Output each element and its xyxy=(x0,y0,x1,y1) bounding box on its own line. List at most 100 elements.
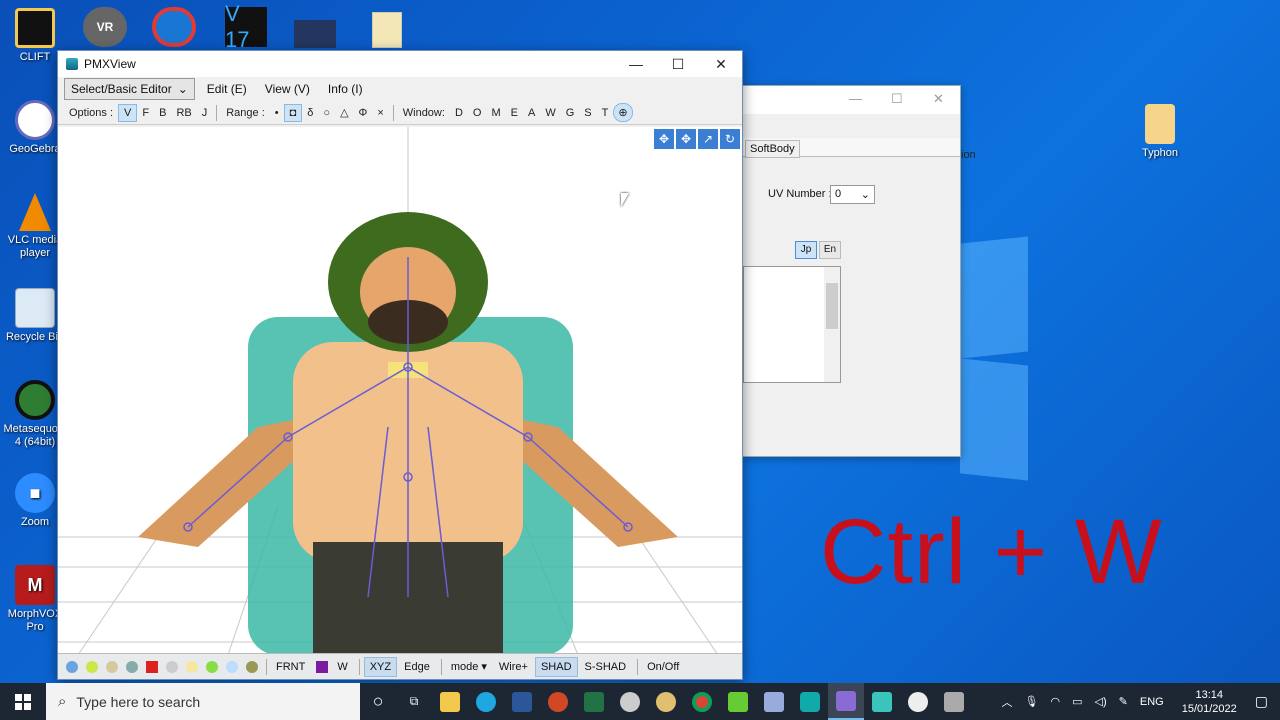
app-tools-icon[interactable] xyxy=(936,683,972,720)
range-box[interactable]: ◘ xyxy=(283,103,303,122)
range-circle[interactable]: ○ xyxy=(318,105,335,121)
background-window[interactable]: — ☐ ✕ SoftBody ion UV Number : 0 ⌄ Jp En xyxy=(742,85,976,457)
wire-button[interactable]: Wire+ xyxy=(494,658,533,676)
window-o[interactable]: O xyxy=(468,105,487,121)
taskbar-search[interactable]: ⌕ Type here to search xyxy=(46,683,360,720)
material-icon[interactable] xyxy=(106,660,118,673)
task-view-icon[interactable]: ⧉ xyxy=(396,683,432,720)
range-x[interactable]: × xyxy=(372,105,388,121)
physics-icon[interactable] xyxy=(206,660,218,673)
color-swatch-icon[interactable] xyxy=(316,660,329,673)
vegas-icon[interactable]: V 17 xyxy=(225,1,267,52)
option-b[interactable]: B xyxy=(154,105,171,121)
xyz-button[interactable]: XYZ xyxy=(363,656,398,677)
range-phi[interactable]: Φ xyxy=(354,105,373,121)
option-v[interactable]: V xyxy=(118,103,138,122)
tab-softbody[interactable]: SoftBody xyxy=(745,140,800,158)
app-w-icon[interactable] xyxy=(468,683,504,720)
range-triangle[interactable]: △ xyxy=(335,104,353,121)
lang-en-button[interactable]: En xyxy=(819,241,841,259)
window-s[interactable]: S xyxy=(579,105,596,121)
editor-dropdown[interactable]: Select/Basic Editor ⌄ xyxy=(64,78,195,100)
lang-jp-button[interactable]: Jp xyxy=(795,241,817,259)
wifi-icon[interactable]: ◠ xyxy=(1051,695,1061,708)
3d-viewport[interactable]: ✥ ✥ ↗ ↻ xyxy=(58,127,742,655)
window-d[interactable]: D xyxy=(450,105,468,121)
s-shad-button[interactable]: S-SHAD xyxy=(580,658,632,676)
app-teal-icon[interactable] xyxy=(792,683,828,720)
game-icon[interactable] xyxy=(294,20,336,48)
desktop-icon-typhon[interactable]: Typhon xyxy=(1127,104,1193,160)
app-blue-icon[interactable] xyxy=(756,683,792,720)
start-button[interactable] xyxy=(0,683,46,720)
language-indicator[interactable]: ENG xyxy=(1140,696,1164,708)
battery-icon[interactable]: ▭ xyxy=(1072,695,1082,708)
app-white-icon[interactable] xyxy=(900,683,936,720)
maximize-button[interactable]: ☐ xyxy=(656,51,700,77)
close-icon[interactable]: ✕ xyxy=(933,91,944,107)
window-t[interactable]: T xyxy=(597,105,614,121)
vr-app-icon[interactable]: VR xyxy=(83,7,127,47)
shad-button[interactable]: SHAD xyxy=(534,656,578,677)
miku-icon[interactable] xyxy=(864,683,900,720)
range-delta[interactable]: δ xyxy=(302,105,318,121)
window-g[interactable]: G xyxy=(561,105,580,121)
app-green-icon[interactable] xyxy=(720,683,756,720)
minimize-icon[interactable]: — xyxy=(849,91,862,106)
document-icon[interactable] xyxy=(372,12,402,48)
file-explorer-icon[interactable] xyxy=(432,683,468,720)
clock[interactable]: 13:14 15/01/2022 xyxy=(1176,688,1243,716)
cortana-icon[interactable]: ○ xyxy=(360,683,396,720)
pmxview-taskbar-icon[interactable] xyxy=(828,683,864,720)
window-w[interactable]: W xyxy=(540,105,560,121)
paint-icon[interactable] xyxy=(648,683,684,720)
edge-button[interactable]: Edge xyxy=(399,658,435,676)
maximize-icon[interactable]: ☐ xyxy=(891,91,903,107)
morph-icon[interactable] xyxy=(246,660,258,673)
vertex-icon[interactable] xyxy=(66,660,78,673)
rotate-icon[interactable]: ↻ xyxy=(720,129,740,149)
option-f[interactable]: F xyxy=(137,105,154,121)
on-off-button[interactable]: On/Off xyxy=(642,658,684,676)
powerpoint-icon[interactable] xyxy=(540,683,576,720)
taskbar: ⌕ Type here to search ○ ⧉ ︿ 🎙 ◠ ▭ ◁) ✎ E… xyxy=(0,683,1280,720)
scrollbar[interactable] xyxy=(824,267,840,382)
globe-icon[interactable]: ⊕ xyxy=(613,103,633,122)
scale-icon[interactable]: ↗ xyxy=(698,129,718,149)
move-icon[interactable]: ✥ xyxy=(654,129,674,149)
light-icon[interactable] xyxy=(186,660,198,673)
window-m[interactable]: M xyxy=(486,105,505,121)
text-list[interactable] xyxy=(743,266,841,383)
chrome-icon[interactable] xyxy=(684,683,720,720)
pen-icon[interactable]: ✎ xyxy=(1119,695,1128,708)
notification-icon[interactable]: ▢ xyxy=(1255,693,1268,710)
window-a[interactable]: A xyxy=(523,105,540,121)
microphone-icon[interactable]: 🎙 xyxy=(1025,695,1039,708)
front-view-button[interactable]: FRNT xyxy=(271,658,310,676)
close-button[interactable]: ✕ xyxy=(699,51,743,77)
app-icon[interactable] xyxy=(612,683,648,720)
menu-view[interactable]: View (V) xyxy=(257,79,318,99)
mode-button[interactable]: mode ▾ xyxy=(446,657,492,676)
option-rb[interactable]: RB xyxy=(171,105,196,121)
window-e[interactable]: E xyxy=(506,105,523,121)
range-point[interactable]: • xyxy=(270,105,284,121)
w-button[interactable]: W xyxy=(332,658,352,676)
option-j[interactable]: J xyxy=(197,105,213,121)
volume-icon[interactable]: ◁) xyxy=(1095,695,1107,708)
excel-icon[interactable] xyxy=(576,683,612,720)
word-icon[interactable] xyxy=(504,683,540,720)
triangle-icon[interactable] xyxy=(146,660,158,673)
bone-icon[interactable] xyxy=(126,660,138,673)
wire-icon[interactable] xyxy=(166,660,178,673)
move-all-icon[interactable]: ✥ xyxy=(676,129,696,149)
minimize-button[interactable]: — xyxy=(614,51,658,77)
menu-edit[interactable]: Edit (E) xyxy=(199,79,255,99)
pmxview-window[interactable]: PMXView — ☐ ✕ Select/Basic Editor ⌄ Edit … xyxy=(57,50,743,680)
joint-icon[interactable] xyxy=(226,660,238,673)
chevron-up-icon[interactable]: ︿ xyxy=(1002,694,1013,710)
audio-icon[interactable] xyxy=(152,7,196,47)
face-icon[interactable] xyxy=(86,660,98,673)
menu-info[interactable]: Info (I) xyxy=(320,79,371,99)
uv-number-select[interactable]: 0 ⌄ xyxy=(830,185,875,204)
